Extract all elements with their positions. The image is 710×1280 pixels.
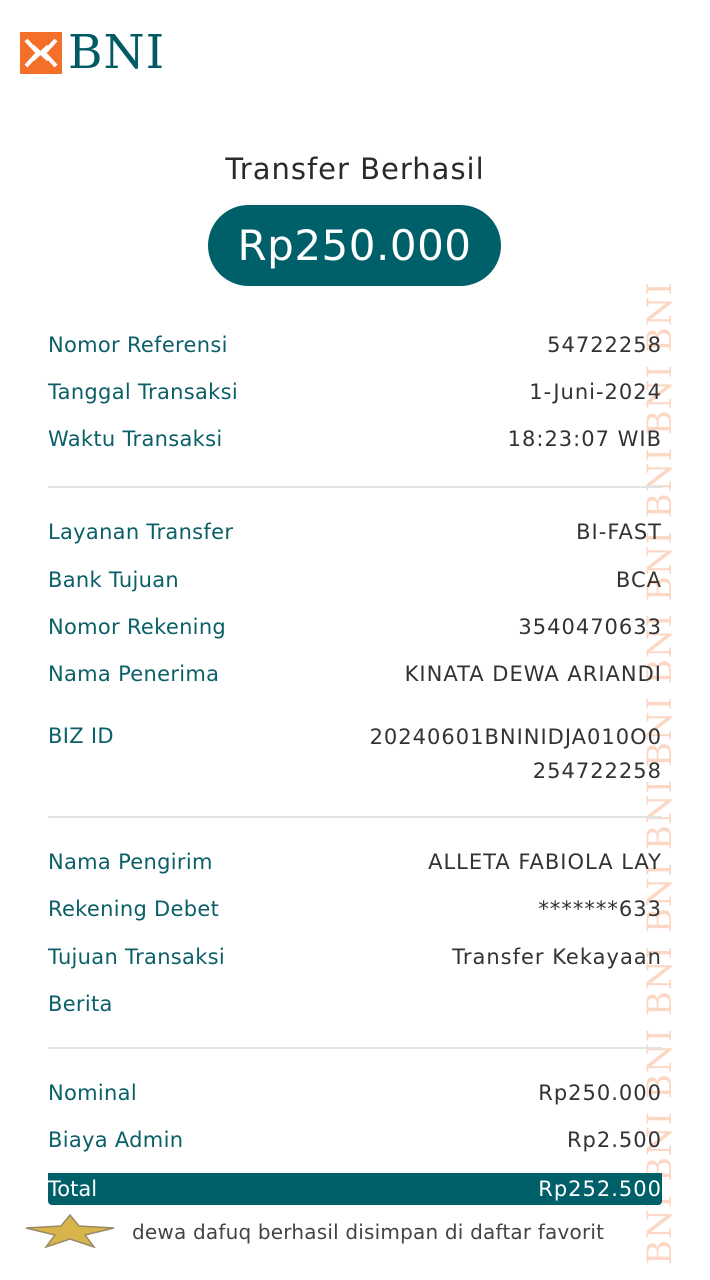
- row-value: Rp2.500: [566, 1128, 662, 1152]
- row-biaya-admin: Biaya Admin Rp2.500: [48, 1124, 662, 1156]
- page-title: Transfer Berhasil: [225, 152, 485, 186]
- row-value: *******633: [538, 897, 662, 921]
- bni-logo: BNI: [20, 28, 165, 78]
- row-nomor-rekening: Nomor Rekening 3540470633: [48, 611, 662, 643]
- bni-logo-icon: [20, 32, 62, 74]
- row-value: BCA: [615, 568, 662, 592]
- row-label: Waktu Transaksi: [48, 427, 223, 451]
- row-value: 18:23:07 WIB: [507, 427, 662, 451]
- row-value: 54722258: [547, 333, 662, 357]
- row-waktu-transaksi: Waktu Transaksi 18:23:07 WIB: [48, 423, 662, 455]
- section-divider: [48, 816, 662, 818]
- row-berita: Berita: [48, 988, 662, 1020]
- row-label: Nominal: [48, 1081, 137, 1105]
- total-bar: Total Rp252.500: [48, 1173, 662, 1205]
- favorite-message: dewa dafuq berhasil disimpan di daftar f…: [132, 1220, 605, 1244]
- row-label: Rekening Debet: [48, 897, 220, 921]
- total-label: Total: [48, 1177, 98, 1201]
- row-label: Tujuan Transaksi: [48, 945, 226, 969]
- row-label: Bank Tujuan: [48, 568, 179, 592]
- row-value: 3540470633: [518, 615, 662, 639]
- row-value: KINATA DEWA ARIANDI: [404, 662, 662, 686]
- row-label: Layanan Transfer: [48, 520, 234, 544]
- row-tanggal-transaksi: Tanggal Transaksi 1-Juni-2024: [48, 376, 662, 408]
- section-divider: [48, 1047, 662, 1049]
- row-value: ALLETA FABIOLA LAY: [428, 850, 662, 874]
- row-nama-pengirim: Nama Pengirim ALLETA FABIOLA LAY: [48, 846, 662, 878]
- row-label: BIZ ID: [48, 724, 114, 748]
- star-icon[interactable]: [24, 1214, 116, 1248]
- total-value: Rp252.500: [538, 1177, 662, 1201]
- bni-logo-text: BNI: [68, 25, 166, 80]
- row-value: Transfer Kekayaan: [452, 945, 662, 969]
- row-label: Nama Pengirim: [48, 850, 213, 874]
- row-rekening-debet: Rekening Debet *******633: [48, 893, 662, 925]
- row-biz-id: BIZ ID 20240601BNINIDJA010O0 254722258: [48, 720, 662, 790]
- row-value: 1-Juni-2024: [529, 380, 662, 404]
- row-label: Tanggal Transaksi: [48, 380, 238, 404]
- section-divider: [48, 486, 662, 488]
- row-value: 20240601BNINIDJA010O0 254722258: [370, 720, 662, 788]
- row-label: Nama Penerima: [48, 662, 220, 686]
- row-label: Berita: [48, 992, 113, 1016]
- row-nama-penerima: Nama Penerima KINATA DEWA ARIANDI: [48, 658, 662, 690]
- row-label: Nomor Rekening: [48, 615, 227, 639]
- favorite-notice: dewa dafuq berhasil disimpan di daftar f…: [24, 1212, 664, 1252]
- biz-id-line-2: 254722258: [532, 759, 662, 783]
- row-label: Biaya Admin: [48, 1128, 184, 1152]
- row-value: Rp250.000: [538, 1081, 662, 1105]
- row-label: Nomor Referensi: [48, 333, 228, 357]
- row-layanan-transfer: Layanan Transfer BI-FAST: [48, 516, 662, 548]
- row-nomor-referensi: Nomor Referensi 54722258: [48, 329, 662, 361]
- row-value: BI-FAST: [576, 520, 662, 544]
- biz-id-line-1: 20240601BNINIDJA010O0: [369, 725, 662, 749]
- row-nominal: Nominal Rp250.000: [48, 1077, 662, 1109]
- row-tujuan-transaksi: Tujuan Transaksi Transfer Kekayaan: [48, 941, 662, 973]
- amount-badge: Rp250.000: [208, 205, 501, 286]
- row-bank-tujuan: Bank Tujuan BCA: [48, 564, 662, 596]
